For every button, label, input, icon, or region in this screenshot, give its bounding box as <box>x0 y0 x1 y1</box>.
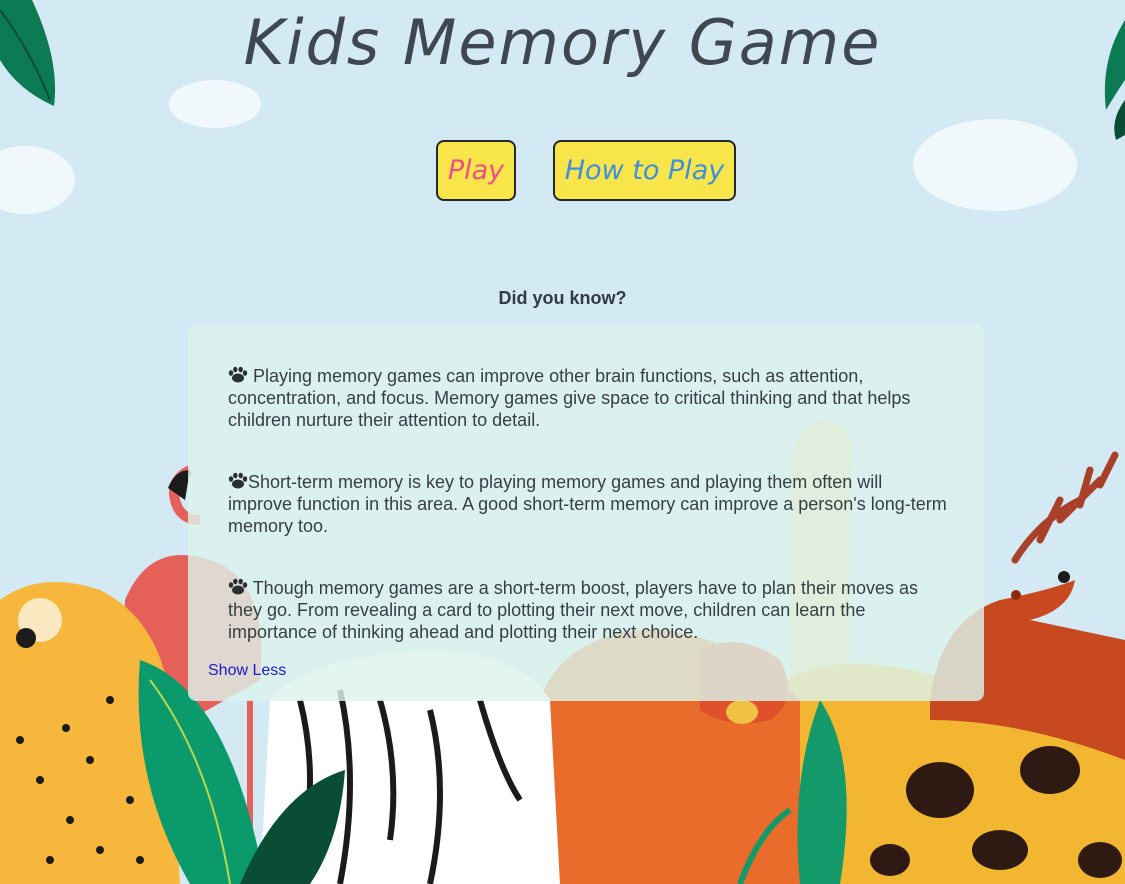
fact-item: Short-term memory is key to playing memo… <box>228 471 948 537</box>
fact-text: Short-term memory is key to playing memo… <box>228 472 947 536</box>
facts-panel: Playing memory games can improve other b… <box>188 325 984 701</box>
page-title: Kids Memory Game <box>243 6 882 79</box>
fact-text: Playing memory games can improve other b… <box>228 366 911 430</box>
fact-item: Though memory games are a short-term boo… <box>228 577 948 643</box>
did-you-know-heading: Did you know? <box>498 288 627 308</box>
how-to-play-button[interactable]: How to Play <box>553 140 736 201</box>
play-button[interactable]: Play <box>436 140 516 201</box>
show-less-link[interactable]: Show Less <box>208 662 286 680</box>
paw-icon <box>228 578 248 595</box>
paw-icon <box>228 472 248 489</box>
cloud-shapes <box>0 80 1077 214</box>
fact-item: Playing memory games can improve other b… <box>228 365 948 431</box>
fact-text: Though memory games are a short-term boo… <box>228 578 918 642</box>
paw-icon <box>228 366 248 383</box>
